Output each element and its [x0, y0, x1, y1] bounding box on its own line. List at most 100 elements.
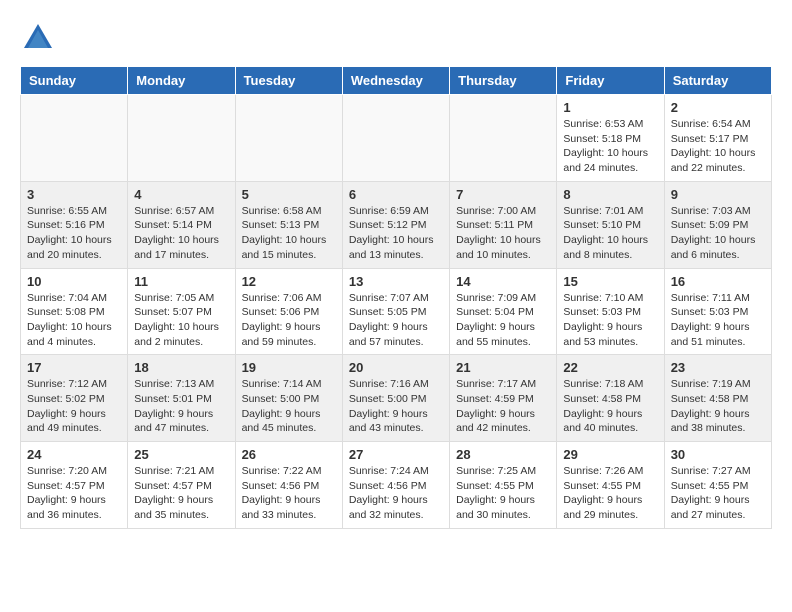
- cell-details: Sunrise: 7:27 AM Sunset: 4:55 PM Dayligh…: [671, 464, 765, 523]
- calendar-cell: 17Sunrise: 7:12 AM Sunset: 5:02 PM Dayli…: [21, 355, 128, 442]
- cell-details: Sunrise: 7:06 AM Sunset: 5:06 PM Dayligh…: [242, 291, 336, 350]
- calendar-cell: 5 Sunrise: 6:58 AM Sunset: 5:13 PM Daylig…: [235, 181, 342, 268]
- calendar-cell: 7 Sunrise: 7:00 AM Sunset: 5:11 PM Daylig…: [450, 181, 557, 268]
- day-number: 21: [456, 360, 550, 375]
- day-number: 6: [349, 187, 443, 202]
- calendar-cell: 9 Sunrise: 7:03 AM Sunset: 5:09 PM Daylig…: [664, 181, 771, 268]
- cell-details: Sunrise: 7:17 AM Sunset: 4:59 PM Dayligh…: [456, 377, 550, 436]
- day-number: 15: [563, 274, 657, 289]
- day-number: 13: [349, 274, 443, 289]
- day-header-thursday: Thursday: [450, 67, 557, 95]
- day-header-monday: Monday: [128, 67, 235, 95]
- day-number: 19: [242, 360, 336, 375]
- header: [20, 20, 772, 56]
- calendar-cell: [342, 95, 449, 182]
- day-number: 9: [671, 187, 765, 202]
- cell-details: Sunrise: 7:22 AM Sunset: 4:56 PM Dayligh…: [242, 464, 336, 523]
- calendar-cell: 14 Sunrise: 7:09 AM Sunset: 5:04 PM Dayli…: [450, 268, 557, 355]
- cell-details: Sunrise: 7:26 AM Sunset: 4:55 PM Dayligh…: [563, 464, 657, 523]
- cell-details: Sunrise: 7:03 AM Sunset: 5:09 PM Dayligh…: [671, 204, 765, 263]
- day-number: 25: [134, 447, 228, 462]
- calendar-cell: 27 Sunrise: 7:24 AM Sunset: 4:56 PM Dayli…: [342, 442, 449, 529]
- calendar-cell: 29 Sunrise: 7:26 AM Sunset: 4:55 PM Dayli…: [557, 442, 664, 529]
- calendar-table: SundayMondayTuesdayWednesdayThursdayFrid…: [20, 66, 772, 529]
- header-row: SundayMondayTuesdayWednesdayThursdayFrid…: [21, 67, 772, 95]
- cell-details: Sunrise: 7:14 AM Sunset: 5:00 PM Dayligh…: [242, 377, 336, 436]
- calendar-cell: 10 Sunrise: 7:04 AM Sunset: 5:08 PM Dayli…: [21, 268, 128, 355]
- calendar-cell: [21, 95, 128, 182]
- calendar-cell: 4 Sunrise: 6:57 AM Sunset: 5:14 PM Daylig…: [128, 181, 235, 268]
- cell-details: Sunrise: 6:59 AM Sunset: 5:12 PM Dayligh…: [349, 204, 443, 263]
- calendar-cell: 25 Sunrise: 7:21 AM Sunset: 4:57 PM Dayli…: [128, 442, 235, 529]
- day-number: 12: [242, 274, 336, 289]
- cell-details: Sunrise: 6:57 AM Sunset: 5:14 PM Dayligh…: [134, 204, 228, 263]
- day-number: 26: [242, 447, 336, 462]
- day-number: 7: [456, 187, 550, 202]
- calendar-cell: 15 Sunrise: 7:10 AM Sunset: 5:03 PM Dayli…: [557, 268, 664, 355]
- calendar-cell: 16 Sunrise: 7:11 AM Sunset: 5:03 PM Dayli…: [664, 268, 771, 355]
- cell-details: Sunrise: 7:19 AM Sunset: 4:58 PM Dayligh…: [671, 377, 765, 436]
- day-header-sunday: Sunday: [21, 67, 128, 95]
- cell-details: Sunrise: 6:54 AM Sunset: 5:17 PM Dayligh…: [671, 117, 765, 176]
- day-header-wednesday: Wednesday: [342, 67, 449, 95]
- day-number: 28: [456, 447, 550, 462]
- cell-details: Sunrise: 7:11 AM Sunset: 5:03 PM Dayligh…: [671, 291, 765, 350]
- cell-details: Sunrise: 7:10 AM Sunset: 5:03 PM Dayligh…: [563, 291, 657, 350]
- cell-details: Sunrise: 7:07 AM Sunset: 5:05 PM Dayligh…: [349, 291, 443, 350]
- cell-details: Sunrise: 7:09 AM Sunset: 5:04 PM Dayligh…: [456, 291, 550, 350]
- day-number: 1: [563, 100, 657, 115]
- day-number: 10: [27, 274, 121, 289]
- day-number: 11: [134, 274, 228, 289]
- cell-details: Sunrise: 7:04 AM Sunset: 5:08 PM Dayligh…: [27, 291, 121, 350]
- calendar-cell: 28 Sunrise: 7:25 AM Sunset: 4:55 PM Dayli…: [450, 442, 557, 529]
- calendar-cell: 1Sunrise: 6:53 AM Sunset: 5:18 PM Daylig…: [557, 95, 664, 182]
- cell-details: Sunrise: 6:55 AM Sunset: 5:16 PM Dayligh…: [27, 204, 121, 263]
- day-header-friday: Friday: [557, 67, 664, 95]
- day-number: 2: [671, 100, 765, 115]
- calendar-cell: 2 Sunrise: 6:54 AM Sunset: 5:17 PM Daylig…: [664, 95, 771, 182]
- cell-details: Sunrise: 7:20 AM Sunset: 4:57 PM Dayligh…: [27, 464, 121, 523]
- calendar-cell: 3 Sunrise: 6:55 AM Sunset: 5:16 PM Daylig…: [21, 181, 128, 268]
- calendar-cell: [128, 95, 235, 182]
- calendar-cell: 8Sunrise: 7:01 AM Sunset: 5:10 PM Daylig…: [557, 181, 664, 268]
- day-number: 30: [671, 447, 765, 462]
- week-row-1: 1Sunrise: 6:53 AM Sunset: 5:18 PM Daylig…: [21, 95, 772, 182]
- day-number: 22: [563, 360, 657, 375]
- cell-details: Sunrise: 7:13 AM Sunset: 5:01 PM Dayligh…: [134, 377, 228, 436]
- day-number: 14: [456, 274, 550, 289]
- day-header-saturday: Saturday: [664, 67, 771, 95]
- calendar-cell: 11 Sunrise: 7:05 AM Sunset: 5:07 PM Dayli…: [128, 268, 235, 355]
- calendar-cell: 23Sunrise: 7:19 AM Sunset: 4:58 PM Dayli…: [664, 355, 771, 442]
- calendar-cell: 12 Sunrise: 7:06 AM Sunset: 5:06 PM Dayli…: [235, 268, 342, 355]
- week-row-4: 17Sunrise: 7:12 AM Sunset: 5:02 PM Dayli…: [21, 355, 772, 442]
- day-number: 24: [27, 447, 121, 462]
- week-row-5: 24 Sunrise: 7:20 AM Sunset: 4:57 PM Dayli…: [21, 442, 772, 529]
- cell-details: Sunrise: 6:58 AM Sunset: 5:13 PM Dayligh…: [242, 204, 336, 263]
- day-number: 20: [349, 360, 443, 375]
- logo: [20, 20, 62, 56]
- cell-details: Sunrise: 7:12 AM Sunset: 5:02 PM Dayligh…: [27, 377, 121, 436]
- day-number: 27: [349, 447, 443, 462]
- calendar-cell: 30 Sunrise: 7:27 AM Sunset: 4:55 PM Dayli…: [664, 442, 771, 529]
- calendar-cell: 19 Sunrise: 7:14 AM Sunset: 5:00 PM Dayli…: [235, 355, 342, 442]
- cell-details: Sunrise: 7:21 AM Sunset: 4:57 PM Dayligh…: [134, 464, 228, 523]
- cell-details: Sunrise: 7:16 AM Sunset: 5:00 PM Dayligh…: [349, 377, 443, 436]
- calendar-cell: [450, 95, 557, 182]
- calendar-cell: 26 Sunrise: 7:22 AM Sunset: 4:56 PM Dayli…: [235, 442, 342, 529]
- cell-details: Sunrise: 7:25 AM Sunset: 4:55 PM Dayligh…: [456, 464, 550, 523]
- cell-details: Sunrise: 7:24 AM Sunset: 4:56 PM Dayligh…: [349, 464, 443, 523]
- cell-details: Sunrise: 7:01 AM Sunset: 5:10 PM Dayligh…: [563, 204, 657, 263]
- calendar-cell: [235, 95, 342, 182]
- cell-details: Sunrise: 7:18 AM Sunset: 4:58 PM Dayligh…: [563, 377, 657, 436]
- day-number: 29: [563, 447, 657, 462]
- calendar-cell: 22 Sunrise: 7:18 AM Sunset: 4:58 PM Dayli…: [557, 355, 664, 442]
- day-number: 3: [27, 187, 121, 202]
- cell-details: Sunrise: 7:05 AM Sunset: 5:07 PM Dayligh…: [134, 291, 228, 350]
- calendar-cell: 24 Sunrise: 7:20 AM Sunset: 4:57 PM Dayli…: [21, 442, 128, 529]
- cell-details: Sunrise: 7:00 AM Sunset: 5:11 PM Dayligh…: [456, 204, 550, 263]
- calendar-cell: 20 Sunrise: 7:16 AM Sunset: 5:00 PM Dayli…: [342, 355, 449, 442]
- day-number: 5: [242, 187, 336, 202]
- day-number: 4: [134, 187, 228, 202]
- day-number: 16: [671, 274, 765, 289]
- logo-icon: [20, 20, 56, 56]
